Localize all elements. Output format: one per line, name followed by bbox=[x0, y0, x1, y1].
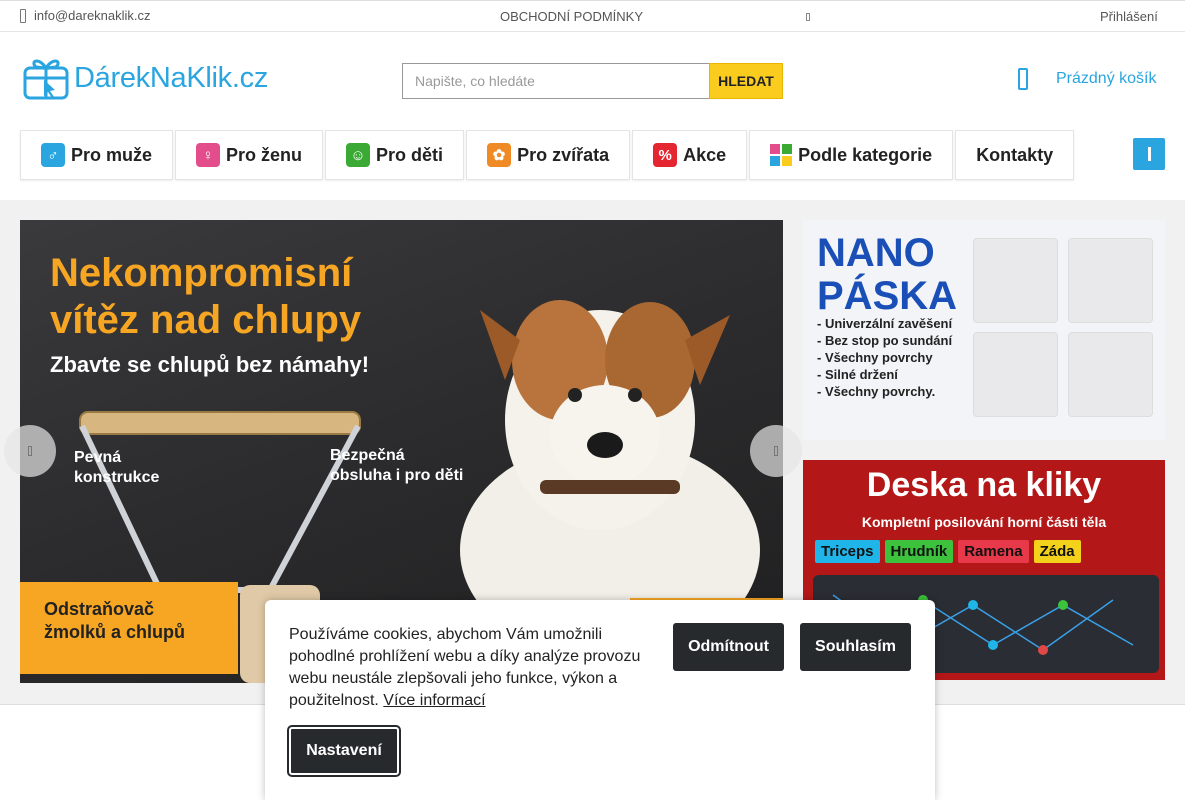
banner-label-left: Pevná konstrukce bbox=[74, 448, 159, 488]
terms-link[interactable]: OBCHODNÍ PODMÍNKY bbox=[500, 9, 643, 24]
side-banner-1-title: NANO PÁSKA bbox=[817, 231, 958, 319]
nav-item-label: Pro zvířata bbox=[517, 144, 610, 165]
chevron-right-icon bbox=[774, 446, 778, 456]
banner-headline-line2: vítěz nad chlupy bbox=[50, 298, 362, 343]
menu-icon bbox=[1147, 147, 1151, 161]
bullet-item: - Univerzální zavěšení bbox=[817, 316, 953, 331]
side-banner-1-title-line1: NANO bbox=[817, 231, 935, 275]
nav-item-label: Akce bbox=[683, 144, 727, 165]
tag-zada: Záda bbox=[1033, 540, 1081, 563]
search-button[interactable]: HLEDAT bbox=[709, 63, 783, 99]
side-banner-1-bullets: - Univerzální zavěšení - Bez stop po sun… bbox=[817, 316, 952, 400]
product-thumbnail bbox=[1068, 332, 1153, 417]
nav-item-pro-deti[interactable]: ☺ Pro děti bbox=[325, 130, 465, 180]
page: info@dareknaklik.cz OBCHODNÍ PODMÍNKY Př… bbox=[0, 0, 1200, 800]
side-banner-2-title: Deska na kliky bbox=[866, 466, 1102, 504]
banner-tag-line2: žmolků a chlupů bbox=[44, 621, 186, 642]
nav-item-label: Kontakty bbox=[976, 144, 1054, 165]
bullet-item: - Silné držení bbox=[817, 366, 898, 382]
email-link[interactable]: info@dareknaklik.cz bbox=[20, 8, 151, 23]
child-icon: ☺ bbox=[346, 143, 371, 167]
cookie-accept-button[interactable]: Souhlasím bbox=[800, 623, 911, 671]
tag-hrudnik: Hrudník bbox=[884, 540, 954, 563]
cookie-reject-button[interactable]: Odmítnout bbox=[673, 623, 784, 671]
nav-item-label: Pro děti bbox=[376, 144, 444, 165]
email-text: info@dareknaklik.cz bbox=[34, 8, 151, 23]
phone-icon bbox=[20, 8, 26, 23]
nav-item-label: Pro muže bbox=[71, 144, 153, 165]
bullet-item: - Bez stop po sundání bbox=[817, 332, 953, 348]
slider-next-button[interactable] bbox=[750, 425, 802, 477]
nav-item-pro-zvirata[interactable]: ✿ Pro zvířata bbox=[466, 130, 631, 180]
banner-subheadline: Zbavte se chlupů bez námahy! bbox=[50, 352, 370, 377]
gift-logo-icon bbox=[23, 59, 69, 100]
banner-headline-line1: Nekompromisní bbox=[50, 251, 353, 295]
paw-icon: ✿ bbox=[487, 143, 512, 167]
male-icon: ♂ bbox=[41, 143, 65, 167]
grid-icon bbox=[770, 144, 793, 166]
chevron-left-icon bbox=[28, 446, 32, 456]
bullet-item: - Všechny povrchy. bbox=[817, 383, 936, 399]
cookie-settings-button[interactable]: Nastavení bbox=[287, 725, 401, 777]
search-input[interactable] bbox=[402, 63, 709, 99]
cart-label: Prázdný košík bbox=[1056, 70, 1157, 87]
site-logo[interactable]: DárekNaKlik.cz bbox=[22, 54, 268, 102]
main-nav: ♂ Pro muže ♀ Pro ženu ☺ Pro děti ✿ Pro z… bbox=[20, 130, 1075, 180]
nav-item-kontakty[interactable]: Kontakty bbox=[955, 130, 1075, 180]
bullet-item: - Všechny povrchy bbox=[817, 349, 933, 365]
cart-link[interactable]: Prázdný košík bbox=[1018, 68, 1156, 90]
nav-item-label: Pro ženu bbox=[226, 144, 303, 165]
side-banner-nano-tape[interactable]: NANO PÁSKA - Univerzální zavěšení - Bez … bbox=[803, 220, 1165, 440]
tag-triceps: Triceps bbox=[815, 540, 880, 563]
cart-icon bbox=[1018, 68, 1028, 90]
cookie-more-info-link[interactable]: Více informací bbox=[383, 692, 485, 709]
side-banner-2-tags: Triceps Hrudník Ramena Záda bbox=[815, 540, 1081, 563]
dropdown-icon[interactable] bbox=[806, 13, 810, 21]
nav-item-podle-kategorie[interactable]: Podle kategorie bbox=[749, 130, 954, 180]
banner-label-right-line2: obsluha i pro děti bbox=[330, 467, 464, 484]
banner-label-right: Bezpečná obsluha i pro děti bbox=[330, 446, 463, 486]
percent-icon: % bbox=[653, 143, 678, 167]
nav-item-label: Podle kategorie bbox=[798, 144, 933, 165]
nav-item-pro-zenu[interactable]: ♀ Pro ženu bbox=[175, 130, 324, 180]
banner-label-right-line1: Bezpečná bbox=[330, 447, 405, 464]
female-icon: ♀ bbox=[196, 143, 221, 167]
side-banner-1-title-line2: PÁSKA bbox=[817, 274, 958, 319]
tag-ramena: Ramena bbox=[958, 540, 1029, 563]
menu-toggle-button[interactable] bbox=[1133, 138, 1165, 170]
product-thumbnail bbox=[973, 238, 1058, 323]
banner-headline: Nekompromisní vítěz nad chlupy bbox=[50, 250, 361, 344]
logo-text: DárekNaKlik.cz bbox=[74, 61, 269, 94]
nav-item-akce[interactable]: % Akce bbox=[632, 130, 748, 180]
side-banner-2-subtitle: Kompletní posilování horní části těla bbox=[861, 514, 1107, 530]
nav-item-pro-muze[interactable]: ♂ Pro muže bbox=[20, 130, 174, 180]
cookie-message: Používáme cookies, abychom Vám umožnili … bbox=[289, 624, 649, 712]
banner-label-left-line2: konstrukce bbox=[74, 469, 160, 486]
top-bar: info@dareknaklik.cz OBCHODNÍ PODMÍNKY Př… bbox=[0, 0, 1185, 32]
banner-product-tag: Odstraňovač žmolků a chlupů bbox=[20, 582, 238, 674]
cookie-consent-dialog: Používáme cookies, abychom Vám umožnili … bbox=[265, 600, 935, 800]
banner-tag-line1: Odstraňovač bbox=[44, 599, 155, 619]
product-thumbnail bbox=[1068, 238, 1153, 323]
search-form: HLEDAT bbox=[402, 63, 783, 99]
login-link[interactable]: Přihlášení bbox=[1100, 9, 1158, 24]
banner-label-left-line1: Pevná bbox=[74, 449, 122, 466]
slider-prev-button[interactable] bbox=[4, 425, 56, 477]
product-thumbnail bbox=[973, 332, 1058, 417]
